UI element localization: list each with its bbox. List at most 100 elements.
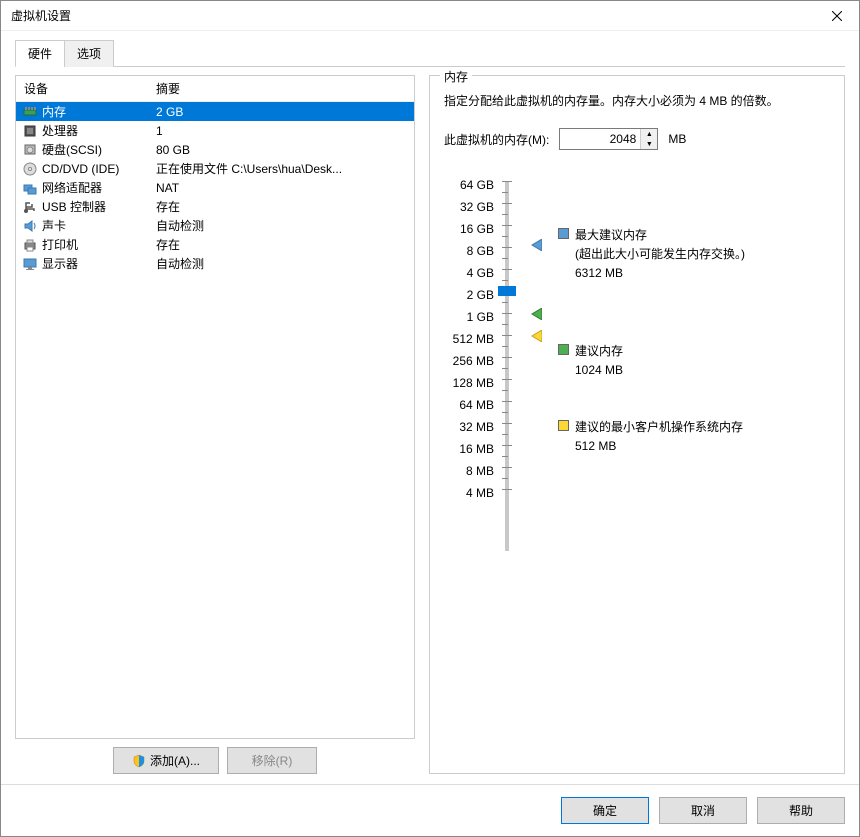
device-summary: 存在 <box>156 198 414 215</box>
legend-max: 最大建议内存 (超出此大小可能发生内存交换。) 6312 MB <box>558 226 745 280</box>
usb-icon <box>22 199 38 215</box>
swatch-recommended <box>558 344 569 355</box>
device-name: 网络适配器 <box>42 179 102 196</box>
device-row[interactable]: 硬盘(SCSI) 80 GB <box>16 140 414 159</box>
titlebar: 虚拟机设置 <box>1 1 859 31</box>
memory-input-row: 此虚拟机的内存(M): ▲ ▼ MB <box>444 128 830 150</box>
add-button-label: 添加(A)... <box>150 752 200 769</box>
spinner-buttons: ▲ ▼ <box>640 129 657 149</box>
slider-track-col <box>502 174 530 504</box>
marker-min <box>530 330 542 342</box>
device-summary: 自动检测 <box>156 217 414 234</box>
device-name: USB 控制器 <box>42 198 106 215</box>
ok-button[interactable]: 确定 <box>561 797 649 824</box>
device-name: 硬盘(SCSI) <box>42 141 102 158</box>
slider-tick-label: 8 MB <box>444 460 494 482</box>
device-row[interactable]: CD/DVD (IDE) 正在使用文件 C:\Users\hua\Desk... <box>16 159 414 178</box>
tabs: 硬件 选项 <box>15 40 859 67</box>
memory-icon <box>22 104 38 120</box>
swatch-min <box>558 420 569 431</box>
device-name: 声卡 <box>42 217 66 234</box>
close-button[interactable] <box>814 1 859 30</box>
close-icon <box>832 11 842 21</box>
device-summary: 正在使用文件 C:\Users\hua\Desk... <box>156 160 414 177</box>
legend-max-value: 6312 MB <box>575 266 745 280</box>
slider-thumb[interactable] <box>498 286 516 296</box>
swatch-max <box>558 228 569 239</box>
memory-slider-area: 64 GB32 GB16 GB8 GB4 GB2 GB1 GB512 MB256… <box>444 174 830 504</box>
memory-groupbox: 内存 指定分配给此虚拟机的内存量。内存大小必须为 4 MB 的倍数。 此虚拟机的… <box>429 75 845 774</box>
net-icon <box>22 180 38 196</box>
cd-icon <box>22 161 38 177</box>
remove-button: 移除(R) <box>227 747 317 774</box>
printer-icon <box>22 237 38 253</box>
device-row[interactable]: 显示器 自动检测 <box>16 254 414 273</box>
device-row[interactable]: 处理器 1 <box>16 121 414 140</box>
slider-tick-label: 1 GB <box>444 306 494 328</box>
device-row[interactable]: 声卡 自动检测 <box>16 216 414 235</box>
device-summary: 自动检测 <box>156 255 414 272</box>
cancel-button[interactable]: 取消 <box>659 797 747 824</box>
slider-labels: 64 GB32 GB16 GB8 GB4 GB2 GB1 GB512 MB256… <box>444 174 502 504</box>
right-pane: 内存 指定分配给此虚拟机的内存量。内存大小必须为 4 MB 的倍数。 此虚拟机的… <box>429 75 845 774</box>
legend-min: 建议的最小客户机操作系统内存 512 MB <box>558 418 743 453</box>
spinner-down[interactable]: ▼ <box>641 139 657 149</box>
device-row[interactable]: 内存 2 GB <box>16 102 414 121</box>
marker-col <box>530 174 558 504</box>
device-buttons: 添加(A)... 移除(R) <box>15 747 415 774</box>
slider-tick-label: 128 MB <box>444 372 494 394</box>
groupbox-label: 内存 <box>440 68 472 85</box>
left-pane: 设备 摘要 内存 2 GB 处理器 1 硬盘(SCSI) 80 GB CD/DVD (IDE… <box>15 75 415 774</box>
help-button[interactable]: 帮助 <box>757 797 845 824</box>
legend-min-value: 512 MB <box>575 439 743 453</box>
device-summary: 2 GB <box>156 105 414 119</box>
device-name: 显示器 <box>42 255 78 272</box>
window-title: 虚拟机设置 <box>11 7 814 24</box>
legend-max-title: 最大建议内存 <box>575 226 745 243</box>
legend-rec-title: 建议内存 <box>575 342 623 359</box>
slider-tick-label: 16 GB <box>444 218 494 240</box>
display-icon <box>22 256 38 272</box>
tab-options[interactable]: 选项 <box>64 40 114 67</box>
spinner-up[interactable]: ▲ <box>641 129 657 139</box>
slider-tick-label: 64 MB <box>444 394 494 416</box>
slider-tick-label: 32 MB <box>444 416 494 438</box>
memory-unit: MB <box>668 132 686 146</box>
sound-icon <box>22 218 38 234</box>
device-name: CD/DVD (IDE) <box>42 162 119 176</box>
legend-max-sub: (超出此大小可能发生内存交换。) <box>575 245 745 262</box>
legend-rec-value: 1024 MB <box>575 363 623 377</box>
legend-recommended: 建议内存 1024 MB <box>558 342 623 377</box>
header-summary[interactable]: 摘要 <box>156 80 414 97</box>
device-summary: 1 <box>156 124 414 138</box>
slider-tick-label: 4 MB <box>444 482 494 504</box>
device-name: 打印机 <box>42 236 78 253</box>
slider-tick-label: 8 GB <box>444 240 494 262</box>
memory-input[interactable] <box>560 130 640 148</box>
memory-spinner: ▲ ▼ <box>559 128 658 150</box>
header-device[interactable]: 设备 <box>16 80 156 97</box>
footer: 确定 取消 帮助 <box>1 784 859 836</box>
slider-tick-label: 2 GB <box>444 284 494 306</box>
device-summary: 80 GB <box>156 143 414 157</box>
slider-tick-label: 32 GB <box>444 196 494 218</box>
add-button[interactable]: 添加(A)... <box>113 747 219 774</box>
device-row[interactable]: USB 控制器 存在 <box>16 197 414 216</box>
memory-instruction: 指定分配给此虚拟机的内存量。内存大小必须为 4 MB 的倍数。 <box>444 92 830 110</box>
slider-tick-label: 64 GB <box>444 174 494 196</box>
marker-max <box>530 239 542 251</box>
device-list-header: 设备 摘要 <box>16 76 414 102</box>
legend-col: 最大建议内存 (超出此大小可能发生内存交换。) 6312 MB 建议内存 102… <box>558 174 830 504</box>
content: 设备 摘要 内存 2 GB 处理器 1 硬盘(SCSI) 80 GB CD/DVD (IDE… <box>15 66 845 774</box>
device-name: 内存 <box>42 103 66 120</box>
memory-input-label: 此虚拟机的内存(M): <box>444 131 549 148</box>
device-row[interactable]: 打印机 存在 <box>16 235 414 254</box>
slider-tick-label: 16 MB <box>444 438 494 460</box>
shield-icon <box>132 754 146 768</box>
device-row[interactable]: 网络适配器NAT <box>16 178 414 197</box>
device-name: 处理器 <box>42 122 78 139</box>
tab-hardware[interactable]: 硬件 <box>15 40 65 67</box>
device-summary: 存在 <box>156 236 414 253</box>
slider-tick-label: 512 MB <box>444 328 494 350</box>
disk-icon <box>22 142 38 158</box>
